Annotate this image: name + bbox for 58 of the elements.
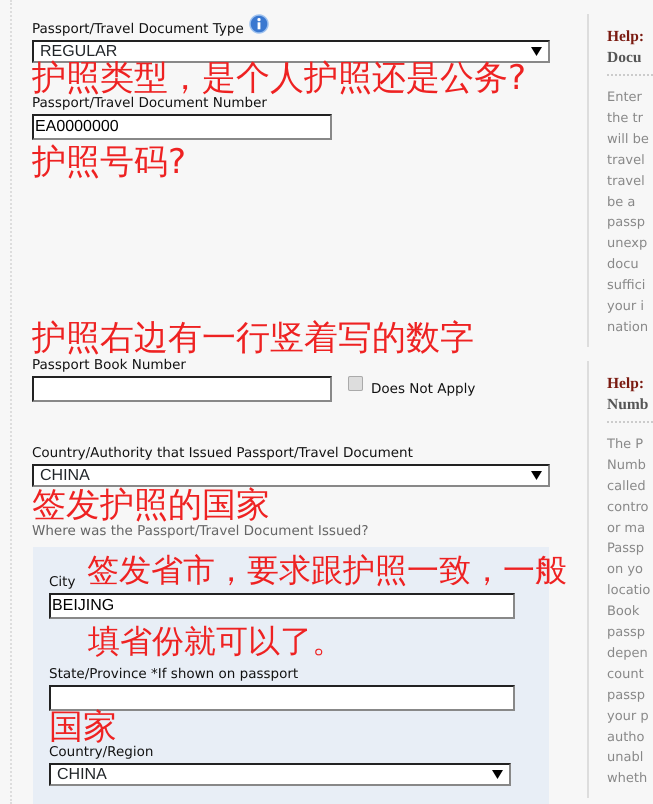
help-text: passp (607, 624, 646, 642)
help-text: The P (607, 436, 644, 454)
help-text: passp (607, 686, 646, 705)
annotation-text: 护照号码? (32, 144, 188, 180)
annotation-text: 国家 (49, 709, 117, 746)
field-label: Passport Book Number (32, 357, 186, 373)
input-field[interactable] (32, 376, 332, 402)
help-text: travel (607, 172, 646, 191)
select-field[interactable]: CHINA (49, 763, 511, 786)
help-text: Enter (607, 89, 643, 107)
help-text: or ma (607, 520, 646, 538)
annotation-text: 签发省市，要求跟护照一致，一般 (87, 553, 567, 587)
field-label: City (49, 574, 76, 590)
help-text: passp (607, 214, 646, 232)
help-text: your i (607, 298, 645, 316)
help-text: Passp (607, 540, 646, 558)
help-text: suffici (607, 277, 646, 296)
field-label: State/Province *If shown on passport (49, 666, 298, 682)
checkbox[interactable] (348, 376, 363, 391)
select-field[interactable]: CHINA (32, 464, 550, 487)
input-field[interactable]: BEIJING (49, 593, 515, 620)
caret-icon (531, 47, 542, 56)
help-text: be a (607, 194, 636, 212)
annotation-text: 护照右边有一行竖着写的数字 (32, 320, 475, 356)
help-text: depen (607, 644, 649, 663)
help-text: autho (607, 728, 646, 747)
annotation-text: 护照类型，是个人护照还是公务? (32, 60, 528, 96)
help-title: Docu (607, 48, 642, 68)
help-text: your p (607, 708, 650, 726)
checkbox-label: Does Not Apply (371, 381, 476, 397)
caret-icon (531, 471, 542, 480)
help-title: Numb (607, 394, 650, 415)
help-text: travel (607, 152, 646, 170)
help-text: will be (607, 130, 650, 149)
help-text: Numb (607, 456, 647, 475)
help-text: on yo (607, 561, 644, 580)
field-label: Passport/Travel Document Type (32, 21, 244, 37)
help-text: called (607, 478, 647, 496)
help-text: unexp (607, 235, 648, 254)
field-label: Passport/Travel Document Number (32, 95, 267, 111)
caret-icon (492, 770, 503, 780)
help-text: locatio (607, 582, 652, 600)
help-text: wheth (607, 770, 648, 788)
help-title: Help: (607, 27, 646, 47)
annotation-text: 填省份就可以了。 (88, 624, 344, 658)
help-text: nation (607, 318, 650, 337)
field-label: Country/Authority that Issued Passport/Travel Document (32, 445, 413, 461)
prompt-text: Where was the Passport/Travel Document Issued? (32, 522, 370, 541)
help-text: count (607, 666, 645, 684)
help-title: Help: (607, 374, 646, 394)
help-text: Book (607, 603, 640, 622)
help-text: the tr (607, 110, 644, 128)
help-text: contro (607, 498, 650, 517)
input-field[interactable]: EA0000000 (32, 114, 332, 140)
help-text: unabl (607, 749, 644, 768)
field-label: Country/Region (49, 744, 154, 760)
annotation-text: 签发护照的国家 (32, 487, 271, 523)
help-text: docu (607, 256, 640, 274)
